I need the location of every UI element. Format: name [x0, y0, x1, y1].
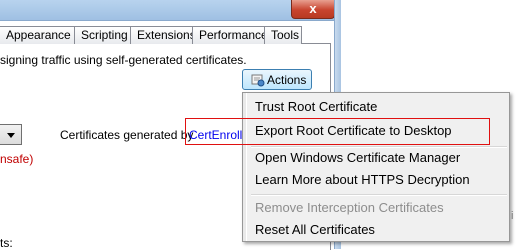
- actions-menu: Trust Root Certificate Export Root Certi…: [242, 92, 510, 242]
- menu-item-reset-certs[interactable]: Reset All Certificates: [255, 222, 375, 237]
- menu-gutter: [243, 93, 247, 241]
- tab-appearance[interactable]: Appearance: [0, 26, 75, 44]
- tab-extensions[interactable]: Extensions: [130, 26, 200, 44]
- menu-item-learn-more[interactable]: Learn More about HTTPS Decryption: [255, 172, 470, 187]
- bottom-label: ts:: [0, 236, 13, 250]
- actions-button-label: Actions: [267, 73, 307, 87]
- unsafe-note: nsafe): [0, 152, 34, 166]
- highlight-annotation: [185, 118, 490, 145]
- menu-item-open-cert-manager[interactable]: Open Windows Certificate Manager: [255, 150, 460, 165]
- certs-generated-label: Certificates generated by: [60, 128, 194, 142]
- window-titlebar: x: [0, 0, 335, 21]
- certificate-generator-dropdown[interactable]: [0, 124, 22, 145]
- actions-button[interactable]: Actions: [242, 69, 312, 90]
- certificate-icon: [251, 73, 265, 87]
- menu-item-trust-root[interactable]: Trust Root Certificate: [255, 99, 377, 114]
- chevron-down-icon: [7, 133, 15, 138]
- tab-scripting[interactable]: Scripting: [74, 26, 138, 44]
- close-button[interactable]: x: [291, 0, 335, 19]
- menu-item-remove-certs: Remove Interception Certificates: [255, 200, 444, 215]
- tab-performance[interactable]: Performance: [192, 26, 268, 44]
- menu-separator: [251, 194, 507, 196]
- https-description: signing traffic using self-generated cer…: [0, 53, 247, 67]
- menu-separator: [251, 146, 507, 148]
- tab-tools[interactable]: Tools: [264, 26, 302, 44]
- edge-text: i: [511, 210, 514, 222]
